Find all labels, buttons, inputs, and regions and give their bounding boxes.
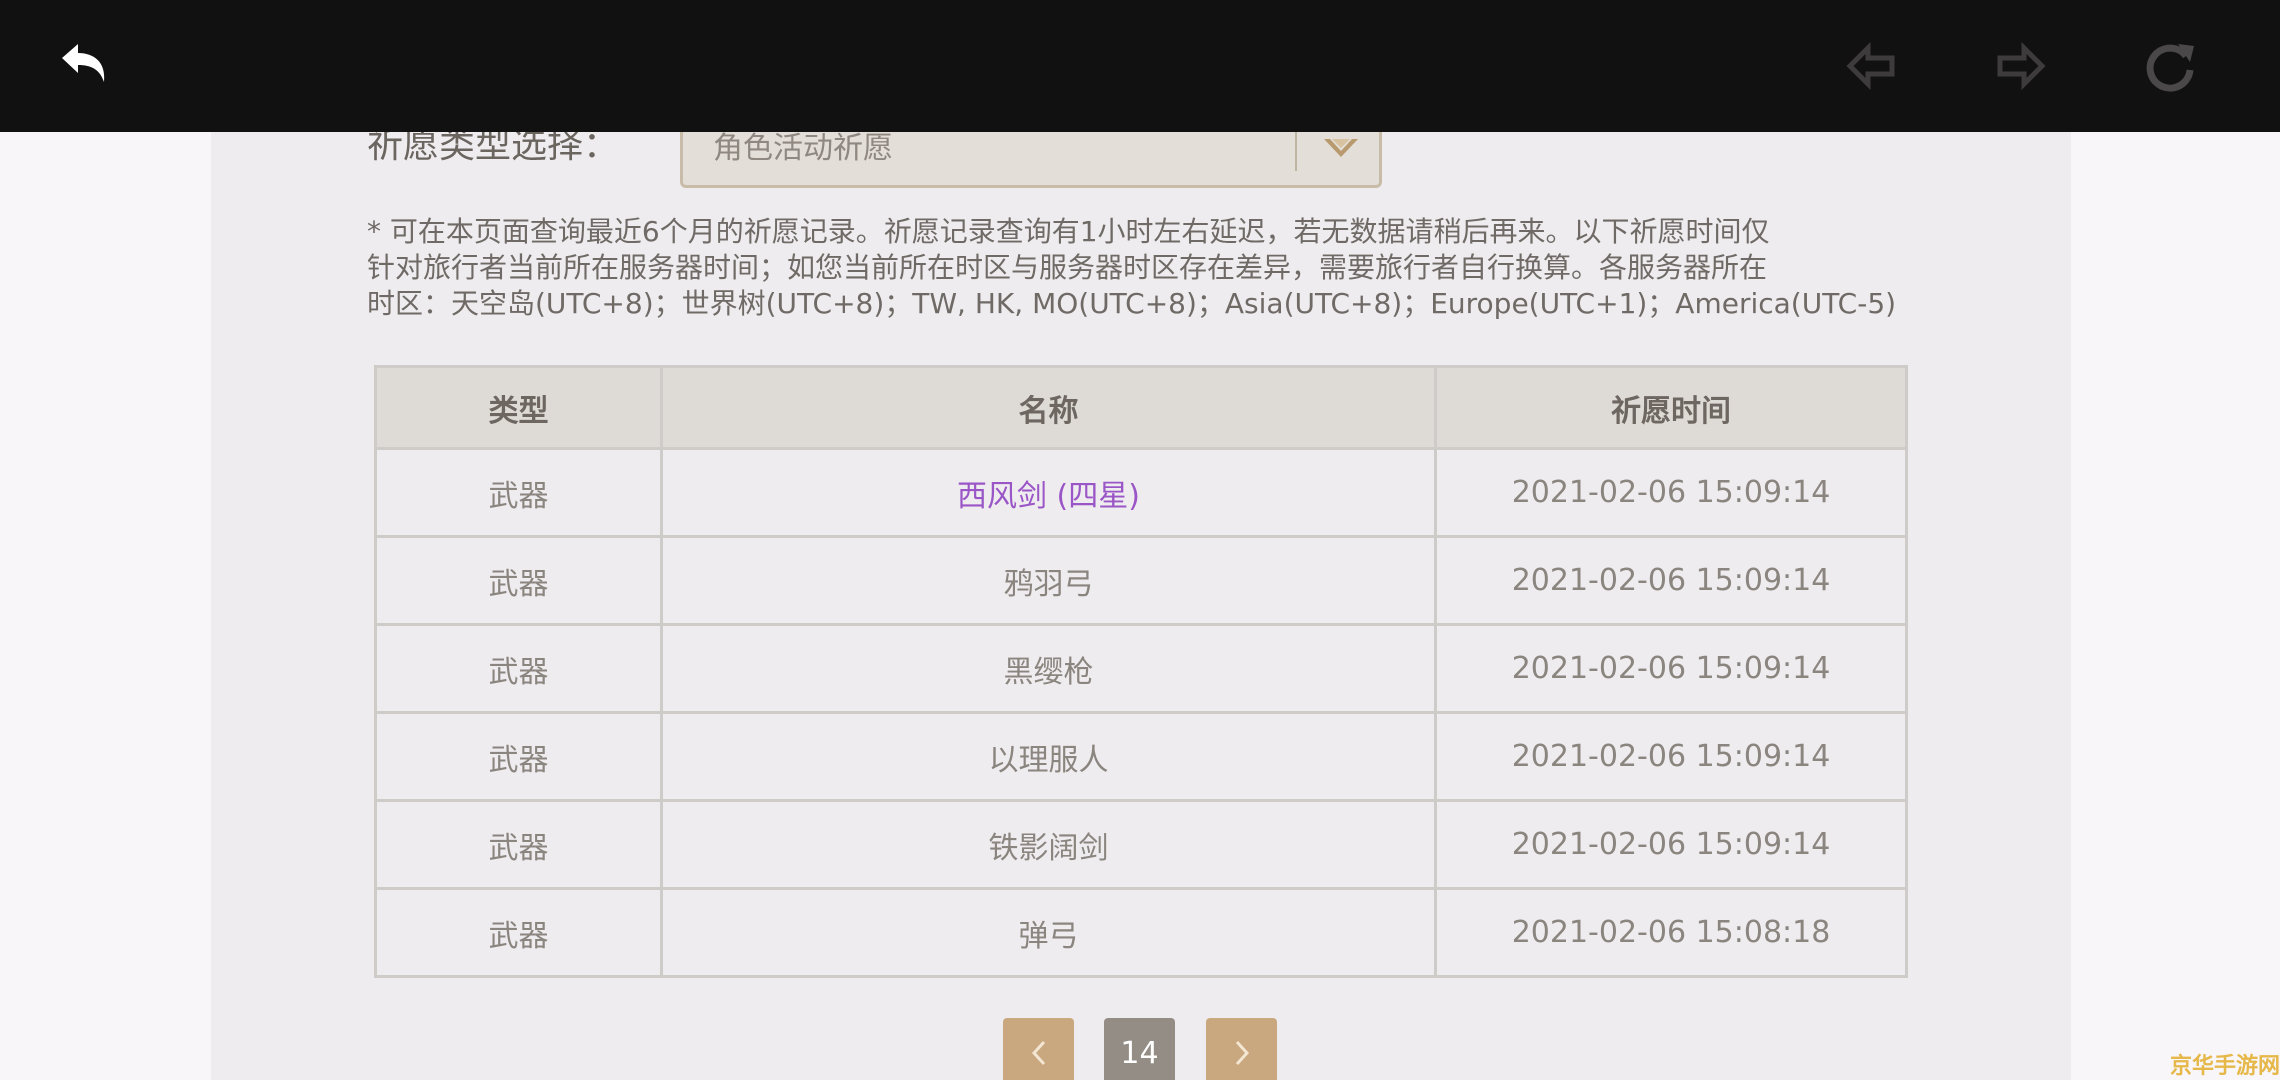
next-page-button[interactable] [1206,1018,1277,1080]
cell-name: 弹弓 [660,887,1437,978]
table-row: 武器 鸦羽弓 2021-02-06 15:09:14 [374,535,1908,626]
table-row: 武器 弹弓 2021-02-06 15:08:18 [374,887,1908,978]
table-row: 武器 铁影阔剑 2021-02-06 15:09:14 [374,799,1908,890]
nav-back-icon[interactable] [1842,36,1902,96]
cell-type: 武器 [374,535,663,626]
cell-name: 西风剑 (四星) [660,447,1437,538]
previous-page-button[interactable] [1003,1018,1074,1080]
cell-time: 2021-02-06 15:09:14 [1434,535,1908,626]
table-row: 武器 以理服人 2021-02-06 15:09:14 [374,711,1908,802]
table-row: 武器 西风剑 (四星) 2021-02-06 15:09:14 [374,447,1908,538]
pagination: 14 [0,1018,2280,1080]
notice-text: * 可在本页面查询最近6个月的祈愿记录。祈愿记录查询有1小时左右延迟，若无数据请… [367,214,1907,322]
table-row: 武器 黑缨枪 2021-02-06 15:09:14 [374,623,1908,714]
cell-type: 武器 [374,799,663,890]
cell-name: 鸦羽弓 [660,535,1437,626]
cell-time: 2021-02-06 15:08:18 [1434,887,1908,978]
site-watermark: 京华手游网 [2170,1054,2280,1079]
cell-type: 武器 [374,711,663,802]
nav-forward-icon[interactable] [1990,36,2050,96]
notice-line: 针对旅行者当前所在服务器时间；如您当前所在时区与服务器时区存在差异，需要旅行者自… [367,251,1768,284]
table-header-row: 类型 名称 祈愿时间 [374,365,1908,450]
notice-line: * 可在本页面查询最近6个月的祈愿记录。祈愿记录查询有1小时左右延迟，若无数据请… [367,215,1770,248]
cell-type: 武器 [374,623,663,714]
column-header-type: 类型 [374,365,663,450]
notice-line: 时区：天空岛(UTC+8)；世界树(UTC+8)；TW, HK, MO(UTC+… [367,287,1897,320]
reload-icon[interactable] [2140,36,2200,96]
cell-name: 以理服人 [660,711,1437,802]
cell-name: 铁影阔剑 [660,799,1437,890]
chevron-down-icon [1324,139,1358,157]
cell-time: 2021-02-06 15:09:14 [1434,799,1908,890]
page: 祈愿类型选择： 角色活动祈愿 * 可在本页面查询最近6个月的祈愿记录。祈愿记录查… [0,0,2280,1080]
cell-type: 武器 [374,447,663,538]
cell-time: 2021-02-06 15:09:14 [1434,447,1908,538]
column-header-name: 名称 [660,365,1437,450]
cell-type: 武器 [374,887,663,978]
chevron-right-icon [1235,1040,1249,1066]
cell-name: 黑缨枪 [660,623,1437,714]
chevron-left-icon [1031,1040,1045,1066]
wish-record-table: 类型 名称 祈愿时间 武器 西风剑 (四星) 2021-02-06 15:09:… [374,365,1908,978]
cell-time: 2021-02-06 15:09:14 [1434,711,1908,802]
back-arrow-icon[interactable] [54,36,114,96]
current-page-indicator: 14 [1104,1018,1175,1080]
cell-time: 2021-02-06 15:09:14 [1434,623,1908,714]
browser-toolbar [0,0,2280,132]
column-header-time: 祈愿时间 [1434,365,1908,450]
